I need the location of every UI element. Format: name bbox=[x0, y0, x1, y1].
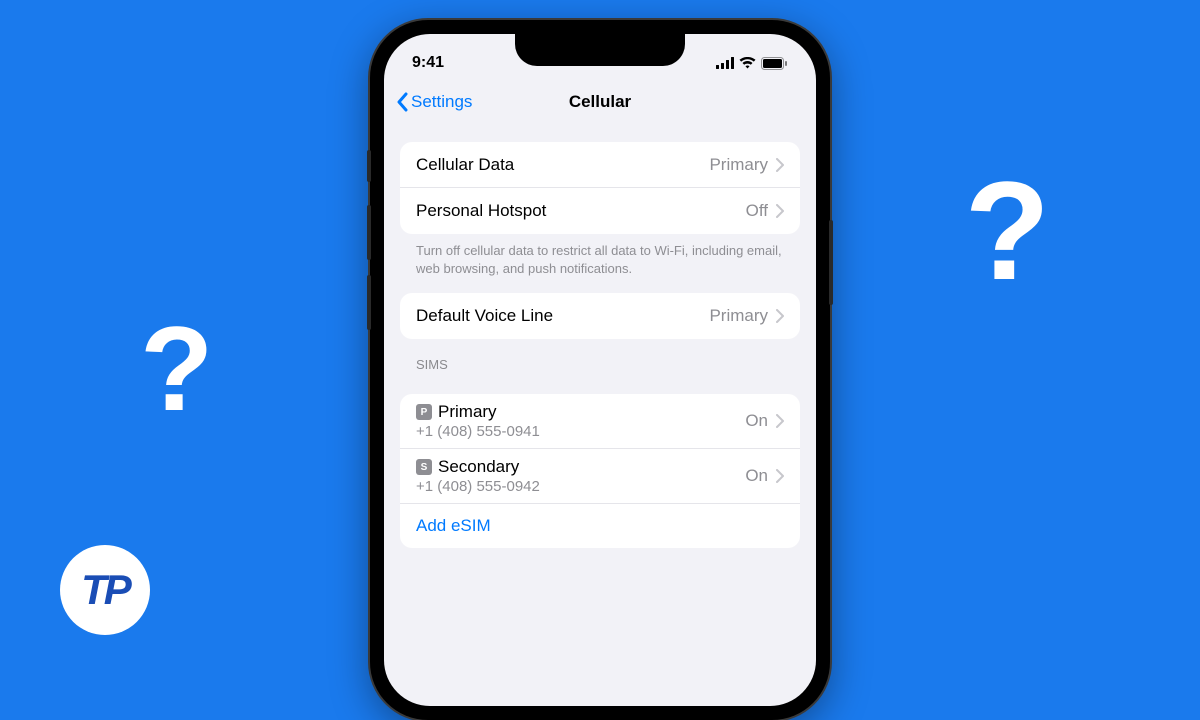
cellular-data-row[interactable]: Cellular Data Primary bbox=[400, 142, 800, 188]
question-mark-right: ? bbox=[964, 150, 1050, 312]
chevron-left-icon bbox=[396, 92, 408, 112]
sim-name: Secondary bbox=[438, 457, 519, 477]
phone-volume-up-button bbox=[367, 205, 371, 260]
chevron-right-icon bbox=[776, 414, 784, 428]
question-mark-left: ? bbox=[140, 300, 213, 438]
status-time: 9:41 bbox=[412, 54, 444, 72]
page-title: Cellular bbox=[569, 92, 631, 112]
chevron-right-icon bbox=[776, 158, 784, 172]
sim-name: Primary bbox=[438, 402, 497, 422]
phone-screen: 9:41 Settings Cellular Cellular Data Pri… bbox=[384, 34, 816, 706]
sim-badge-icon: P bbox=[416, 404, 432, 420]
row-label: Cellular Data bbox=[416, 155, 709, 175]
phone-notch bbox=[515, 34, 685, 66]
wifi-icon bbox=[739, 57, 756, 69]
phone-volume-down-button bbox=[367, 275, 371, 330]
default-voice-line-row[interactable]: Default Voice Line Primary bbox=[400, 293, 800, 339]
settings-group-sims: P Primary +1 (408) 555-0941 On S Seconda… bbox=[400, 394, 800, 548]
logo-badge: TP bbox=[60, 545, 150, 635]
sim-status: On bbox=[745, 466, 768, 486]
battery-icon bbox=[761, 57, 788, 70]
personal-hotspot-row[interactable]: Personal Hotspot Off bbox=[400, 188, 800, 234]
chevron-right-icon bbox=[776, 309, 784, 323]
cellular-signal-icon bbox=[716, 57, 734, 69]
status-icons bbox=[716, 57, 788, 70]
sim-secondary-row[interactable]: S Secondary +1 (408) 555-0942 On bbox=[400, 449, 800, 504]
phone-power-button bbox=[829, 220, 833, 305]
settings-group-data: Cellular Data Primary Personal Hotspot O… bbox=[400, 142, 800, 234]
row-label: Default Voice Line bbox=[416, 306, 709, 326]
phone-switch-button bbox=[367, 150, 371, 182]
sims-section-header: SIMs bbox=[400, 339, 800, 378]
sim-badge-icon: S bbox=[416, 459, 432, 475]
sim-number: +1 (408) 555-0941 bbox=[416, 423, 745, 440]
sim-status: On bbox=[745, 411, 768, 431]
chevron-right-icon bbox=[776, 204, 784, 218]
chevron-right-icon bbox=[776, 469, 784, 483]
sim-number: +1 (408) 555-0942 bbox=[416, 478, 745, 495]
logo-text: TP bbox=[81, 566, 129, 614]
phone-frame: 9:41 Settings Cellular Cellular Data Pri… bbox=[370, 20, 830, 720]
row-value: Primary bbox=[709, 306, 768, 326]
back-button[interactable]: Settings bbox=[396, 92, 472, 112]
row-value: Primary bbox=[709, 155, 768, 175]
settings-group-voice: Default Voice Line Primary bbox=[400, 293, 800, 339]
add-esim-button[interactable]: Add eSIM bbox=[400, 504, 800, 548]
nav-bar: Settings Cellular bbox=[384, 82, 816, 126]
back-label: Settings bbox=[411, 92, 472, 112]
row-label: Personal Hotspot bbox=[416, 201, 746, 221]
sim-primary-row[interactable]: P Primary +1 (408) 555-0941 On bbox=[400, 394, 800, 449]
row-value: Off bbox=[746, 201, 768, 221]
cellular-data-footnote: Turn off cellular data to restrict all d… bbox=[400, 234, 800, 277]
